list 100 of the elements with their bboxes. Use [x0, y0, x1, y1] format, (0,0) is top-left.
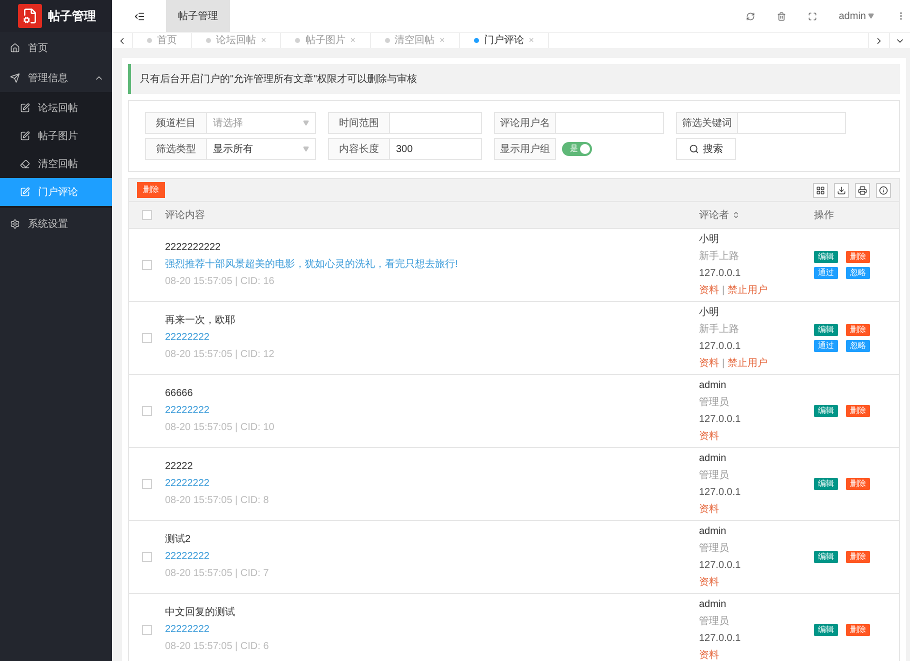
- action-button[interactable]: 通过: [814, 340, 838, 352]
- close-tab-button[interactable]: ×: [350, 34, 356, 48]
- row-checkbox[interactable]: [142, 479, 152, 489]
- commenter-name: admin: [699, 380, 728, 392]
- row-checkbox[interactable]: [142, 333, 152, 343]
- action-button[interactable]: 删除: [846, 551, 870, 563]
- action-button[interactable]: 编辑: [814, 478, 838, 490]
- user-link[interactable]: 资料: [699, 430, 719, 442]
- columns-icon[interactable]: [813, 182, 828, 198]
- close-tab-button[interactable]: ×: [440, 34, 445, 48]
- collapse-menu-icon[interactable]: [134, 10, 144, 22]
- article-link[interactable]: 22222222: [165, 332, 699, 344]
- column-header: 评论内容: [165, 208, 206, 222]
- commenter-name: admin: [699, 452, 728, 464]
- page-tab[interactable]: 首页: [133, 33, 192, 48]
- sidebar-item[interactable]: 管理信息: [0, 64, 112, 92]
- search-button[interactable]: 搜索: [676, 138, 736, 160]
- user-menu[interactable]: admin: [838, 8, 874, 24]
- input-field[interactable]: [556, 112, 664, 134]
- sidebar-item[interactable]: 清空回帖: [0, 150, 112, 178]
- filter-label: 显示用户组: [494, 138, 556, 160]
- action-button[interactable]: 删除: [846, 405, 870, 417]
- edit-icon: [20, 103, 30, 113]
- edit-icon: [20, 131, 30, 141]
- separator: |: [722, 284, 725, 296]
- action-button[interactable]: 编辑: [814, 551, 838, 563]
- action-button[interactable]: 忽略: [846, 267, 870, 279]
- user-group: 管理员: [699, 396, 814, 408]
- article-link[interactable]: 强烈推荐十部风景超美的电影，犹如心灵的洗礼，看完只想去旅行!: [165, 259, 699, 271]
- comment-meta: 08-20 15:57:05 | CID: 12: [165, 349, 276, 361]
- filter-label: 筛选关键词: [676, 112, 738, 134]
- info-icon[interactable]: [876, 182, 891, 198]
- input-field[interactable]: 300: [390, 138, 482, 160]
- sidebar-item[interactable]: 首页: [0, 34, 112, 62]
- user-link[interactable]: 资料: [699, 504, 719, 516]
- comment-text: 66666: [165, 388, 194, 400]
- user-link[interactable]: 禁止用户: [728, 358, 768, 370]
- column-header: 操作: [814, 208, 835, 222]
- ip-address: 127.0.0.1: [699, 340, 742, 352]
- commenter-name: admin: [699, 598, 728, 610]
- action-button[interactable]: 删除: [846, 478, 870, 490]
- refresh-icon[interactable]: [746, 12, 755, 20]
- export-icon[interactable]: [834, 182, 849, 198]
- select-field[interactable]: 请选择: [207, 112, 316, 134]
- user-link[interactable]: 禁止用户: [728, 284, 768, 296]
- ip-address: 127.0.0.1: [699, 632, 742, 644]
- batch-delete-button[interactable]: 删除: [137, 182, 165, 198]
- filter-label: 筛选类型: [145, 138, 207, 160]
- select-field[interactable]: 显示所有: [207, 138, 316, 160]
- article-link[interactable]: 22222222: [165, 624, 699, 636]
- select-all-checkbox[interactable]: [142, 210, 152, 220]
- commenter-name: 小明: [699, 306, 720, 318]
- article-link[interactable]: 22222222: [165, 405, 699, 417]
- action-button[interactable]: 编辑: [814, 405, 838, 417]
- action-button[interactable]: 忽略: [846, 340, 870, 352]
- close-tab-button[interactable]: ×: [528, 34, 534, 48]
- page-tab[interactable]: 清空回帖 ×: [370, 33, 460, 48]
- action-button[interactable]: 删除: [846, 624, 870, 636]
- action-button[interactable]: 删除: [846, 324, 870, 336]
- filter-label: 时间范围: [328, 112, 390, 134]
- breadcrumb-tab[interactable]: 帖子管理: [166, 0, 230, 32]
- user-link[interactable]: 资料: [699, 650, 719, 661]
- sort-icon[interactable]: [732, 211, 740, 219]
- action-button[interactable]: 删除: [846, 251, 870, 263]
- comment-text: 2222222222: [165, 242, 222, 254]
- page-tab[interactable]: 帖子图片 ×: [281, 33, 371, 48]
- row-checkbox[interactable]: [142, 552, 152, 562]
- article-link[interactable]: 22222222: [165, 478, 699, 490]
- comment-text: 再来一次，欧耶: [165, 315, 236, 327]
- action-button[interactable]: 编辑: [814, 624, 838, 636]
- app-logo-icon: [18, 4, 42, 28]
- input-field[interactable]: [738, 112, 846, 134]
- row-checkbox[interactable]: [142, 406, 152, 416]
- user-link[interactable]: 资料: [699, 284, 719, 296]
- row-checkbox[interactable]: [142, 260, 152, 270]
- input-field[interactable]: [390, 112, 482, 134]
- printer-icon[interactable]: [855, 182, 870, 198]
- user-link[interactable]: 资料: [699, 576, 719, 588]
- sidebar-item[interactable]: 帖子图片: [0, 122, 112, 150]
- user-group: 管理员: [699, 470, 814, 482]
- fullscreen-icon[interactable]: [808, 12, 817, 20]
- action-button[interactable]: 编辑: [814, 324, 838, 336]
- commenter-name: admin: [699, 526, 728, 538]
- user-group: 新手上路: [699, 250, 814, 262]
- page-tab[interactable]: 论坛回帖 ×: [192, 33, 282, 48]
- sidebar-item[interactable]: 论坛回帖: [0, 94, 112, 122]
- page-tab[interactable]: 门户评论 ×: [460, 33, 550, 48]
- user-link[interactable]: 资料: [699, 358, 719, 370]
- sidebar-item[interactable]: 门户评论: [0, 178, 112, 206]
- sidebar-item[interactable]: 系统设置: [0, 210, 112, 238]
- action-button[interactable]: 编辑: [814, 251, 838, 263]
- article-link[interactable]: 22222222: [165, 551, 699, 563]
- trash-icon[interactable]: [776, 12, 786, 20]
- toggle-switch[interactable]: 是: [562, 142, 592, 156]
- notice: 只有后台开启门户的"允许管理所有文章"权限才可以删除与审核: [128, 64, 900, 94]
- action-button[interactable]: 通过: [814, 267, 838, 279]
- edit-icon: [20, 187, 30, 197]
- commenter-name: 小明: [699, 234, 720, 246]
- row-checkbox[interactable]: [142, 625, 152, 635]
- close-tab-button[interactable]: ×: [261, 34, 266, 48]
